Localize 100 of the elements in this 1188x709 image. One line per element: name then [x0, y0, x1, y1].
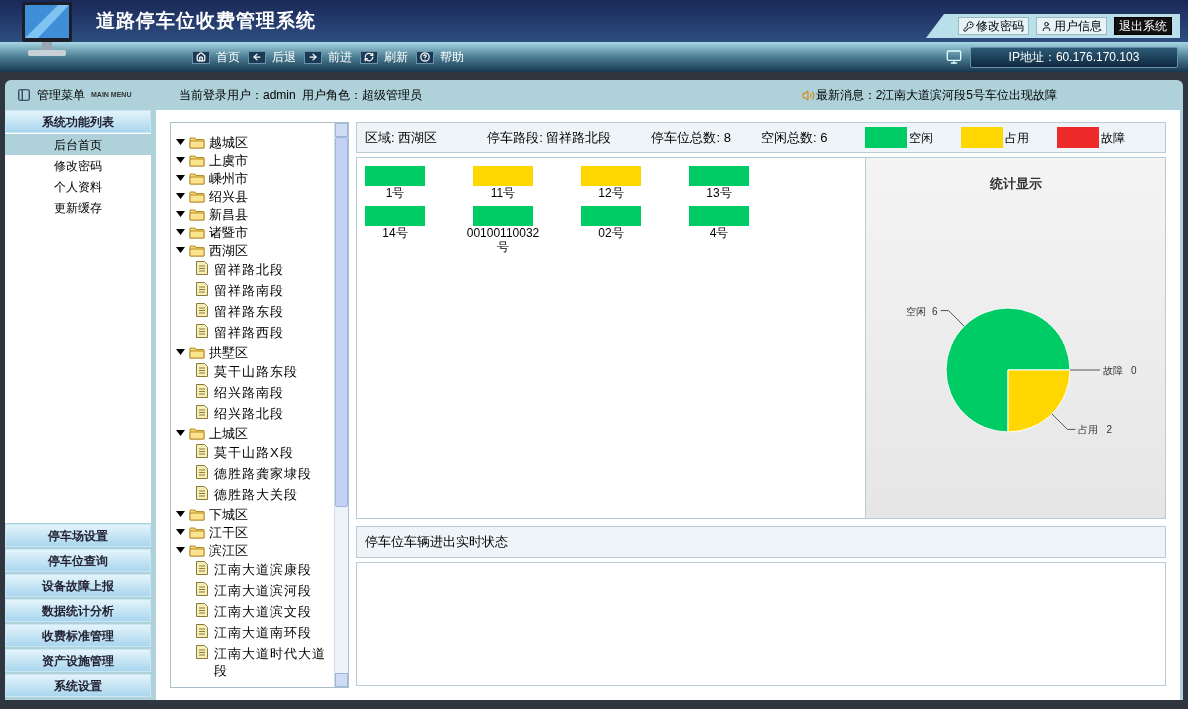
- menu-section-button[interactable]: 停车位查询: [5, 549, 151, 572]
- menu-section-button[interactable]: 停车场设置: [5, 524, 151, 547]
- menu-section-button[interactable]: 系统设置: [5, 674, 151, 697]
- tree-folder[interactable]: 江干区: [209, 525, 248, 539]
- tree-caret-icon[interactable]: [176, 175, 185, 181]
- nav-link[interactable]: 刷新: [384, 48, 408, 66]
- menu-icon: [17, 88, 31, 102]
- spot-label: 13号: [705, 186, 733, 200]
- folder-icon: [189, 171, 205, 185]
- tree-folder[interactable]: 绍兴县: [209, 189, 248, 203]
- tree-leaf[interactable]: 江南大道滨河段: [214, 582, 312, 599]
- tree-leaf[interactable]: 江南大道时代大道段: [214, 645, 330, 679]
- document-icon: [196, 603, 208, 617]
- menu-section-button[interactable]: 资产设施管理: [5, 649, 151, 672]
- tree-leaf[interactable]: 绍兴路南段: [214, 384, 284, 401]
- tree-leaf[interactable]: 江南大道南环段: [214, 624, 312, 641]
- tree-folder[interactable]: 新昌县: [209, 207, 248, 221]
- tree-caret-icon[interactable]: [176, 529, 185, 535]
- section-header[interactable]: 系统功能列表: [5, 110, 151, 133]
- document-icon: [196, 303, 208, 317]
- nav-link[interactable]: 首页: [216, 48, 240, 66]
- tree-leaf[interactable]: 江南大道滨文段: [214, 603, 312, 620]
- tree-folder[interactable]: 上虞市: [209, 153, 248, 167]
- slice-value: 2: [1105, 423, 1112, 435]
- tree-leaf[interactable]: 留祥路东段: [214, 303, 284, 320]
- legend-label: 占用: [1005, 129, 1030, 147]
- tree-caret-icon[interactable]: [176, 511, 185, 517]
- menu-section-button[interactable]: 收费标准管理: [5, 624, 151, 647]
- spot-label: 12号: [597, 186, 625, 200]
- tree-leaf[interactable]: 江南大道滨康段: [214, 561, 312, 578]
- arrow-left-icon[interactable]: [248, 50, 266, 64]
- info-field: 停车位总数: 8: [651, 127, 731, 148]
- tree-leaf[interactable]: 留祥路北段: [214, 261, 284, 278]
- tree-caret-icon[interactable]: [176, 247, 185, 253]
- tree-caret-icon[interactable]: [176, 349, 185, 355]
- slice-label: 故障: [1102, 364, 1123, 376]
- tree-leaf[interactable]: 绍兴路北段: [214, 405, 284, 422]
- tree-caret-icon[interactable]: [176, 229, 185, 235]
- tree-caret-icon[interactable]: [176, 193, 185, 199]
- refresh-icon[interactable]: [360, 50, 378, 64]
- news-message: 最新消息：2江南大道滨河段5号车位出现故障: [815, 87, 1057, 104]
- logout-button[interactable]: 退出系统: [1114, 17, 1172, 35]
- tree-folder[interactable]: 嵊州市: [209, 171, 248, 185]
- home-icon[interactable]: [192, 50, 210, 64]
- sidebar-item[interactable]: 后台首页: [5, 134, 151, 155]
- tree-caret-icon[interactable]: [176, 430, 185, 436]
- tree-folder[interactable]: 滨江区: [209, 543, 248, 557]
- leader-line: [1069, 369, 1100, 370]
- folder-icon: [189, 345, 205, 359]
- header-button[interactable]: 修改密码: [958, 17, 1029, 35]
- tree-leaf[interactable]: 莫干山路X段: [214, 444, 294, 461]
- scrollbar[interactable]: [334, 123, 348, 687]
- tree-folder[interactable]: 下城区: [209, 507, 248, 521]
- tree-folder[interactable]: 上城区: [209, 426, 248, 440]
- spot-label: 4号: [708, 226, 730, 240]
- folder-icon: [189, 189, 205, 203]
- folder-icon: [189, 507, 205, 521]
- folder-icon: [189, 225, 205, 239]
- tree-folder[interactable]: 拱墅区: [209, 345, 248, 359]
- spot-label: 14号: [381, 226, 409, 240]
- tree-folder[interactable]: 诸暨市: [209, 225, 248, 239]
- speaker-icon: [801, 88, 815, 102]
- tree-caret-icon[interactable]: [176, 157, 185, 163]
- slice-value: 0: [1130, 364, 1137, 376]
- nav-link[interactable]: 帮助: [440, 48, 464, 66]
- tree-leaf[interactable]: 留祥路南段: [214, 282, 284, 299]
- nav-link[interactable]: 前进: [328, 48, 352, 66]
- user-icon: [1041, 20, 1052, 32]
- document-icon: [196, 282, 208, 296]
- arrow-right-icon[interactable]: [304, 50, 322, 64]
- tree-folder[interactable]: 越城区: [209, 135, 248, 149]
- menu-section-button[interactable]: 数据统计分析: [5, 599, 151, 622]
- tree-leaf[interactable]: 莫干山路东段: [214, 363, 298, 380]
- document-icon: [196, 561, 208, 575]
- tree-leaf[interactable]: 留祥路西段: [214, 324, 284, 341]
- tree-caret-icon[interactable]: [176, 211, 185, 217]
- tree-folder[interactable]: 西湖区: [209, 243, 248, 257]
- menu-title: 管理菜单: [37, 87, 85, 104]
- chart-title: 统计显示: [989, 175, 1042, 193]
- nav-link[interactable]: 后退: [272, 48, 296, 66]
- tree-caret-icon[interactable]: [176, 139, 185, 145]
- tree-leaf[interactable]: 德胜路大关段: [214, 486, 298, 503]
- help-icon[interactable]: [416, 50, 434, 64]
- document-icon: [196, 582, 208, 596]
- folder-icon: [189, 135, 205, 149]
- document-icon: [196, 444, 208, 458]
- leader-line: [939, 309, 965, 327]
- document-icon: [196, 363, 208, 377]
- folder-icon: [189, 543, 205, 557]
- info-field: 区域: 西湖区: [365, 127, 438, 148]
- legend-label: 空闲: [909, 129, 934, 147]
- spot-label: 1号: [384, 186, 406, 200]
- folder-icon: [189, 525, 205, 539]
- spot-label: 00100110032号: [465, 226, 541, 254]
- menu-section-button[interactable]: 设备故障上报: [5, 574, 151, 597]
- folder-icon: [189, 426, 205, 440]
- header-button[interactable]: 用户信息: [1036, 17, 1107, 35]
- tree-caret-icon[interactable]: [176, 547, 185, 553]
- tree-leaf[interactable]: 德胜路龚家埭段: [214, 465, 312, 482]
- document-icon: [196, 645, 208, 659]
